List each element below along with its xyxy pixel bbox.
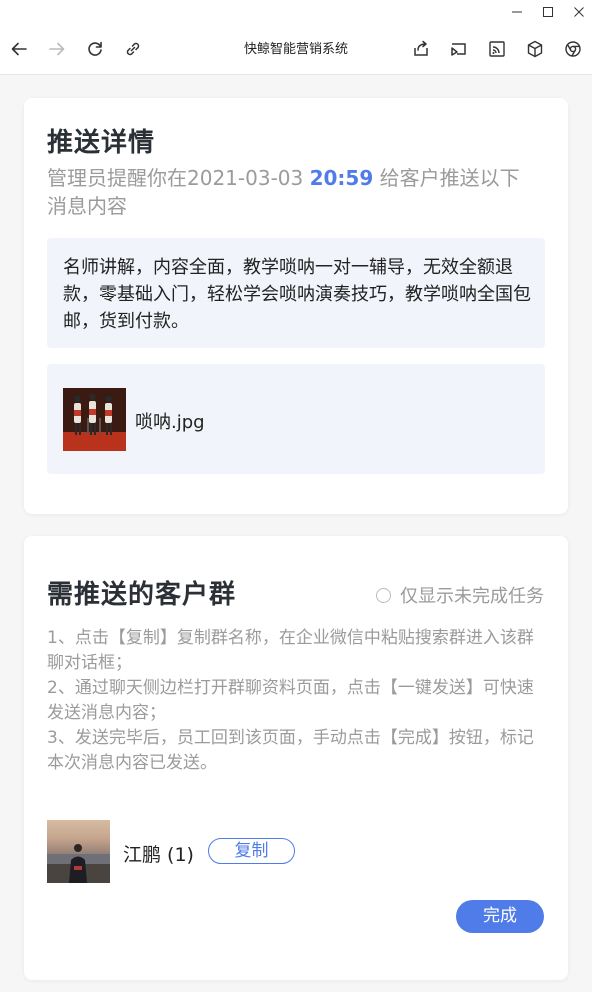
attachment-filename[interactable]: 唢呐.jpg <box>135 408 205 434</box>
chrome-icon[interactable] <box>561 37 585 61</box>
group-list-item: 江鹏 (1) 复制 <box>47 820 545 883</box>
group-avatar <box>47 820 110 883</box>
browser-toolbar: 快鲸智能营销系统 <box>0 24 592 75</box>
filter-label: 仅显示未完成任务 <box>400 586 544 607</box>
cast-icon[interactable] <box>447 37 471 61</box>
filter-radio[interactable] <box>376 587 391 603</box>
message-content: 名师讲解，内容全面，教学唢呐一对一辅导，无效全额退款，零基础入门，轻松学会唢呐演… <box>63 257 531 332</box>
copy-button[interactable]: 复制 <box>208 838 295 864</box>
incomplete-only-filter[interactable]: 仅显示未完成任务 <box>376 582 544 608</box>
cube-icon[interactable] <box>523 37 547 61</box>
done-button[interactable]: 完成 <box>456 900 544 933</box>
instruction-step: 2、通过聊天侧边栏打开群聊资料页面，点击【一键发送】可快速发送消息内容； <box>47 678 534 723</box>
instruction-step: 1、点击【复制】复制群名称，在企业微信中粘贴搜索群进入该群聊对话框； <box>47 628 534 673</box>
window-titlebar <box>0 0 592 24</box>
customer-groups-card: 需推送的客户群 仅显示未完成任务 1、点击【复制】复制群名称，在企业微信中粘贴搜… <box>24 536 568 980</box>
attachment-box: 唢呐.jpg <box>47 364 545 474</box>
attachment-thumbnail[interactable] <box>63 388 126 451</box>
instruction-steps: 1、点击【复制】复制群名称，在企业微信中粘贴搜索群进入该群聊对话框； 2、通过聊… <box>47 626 545 776</box>
reminder-time: 20:59 <box>309 166 374 190</box>
reminder-prefix: 管理员提醒你在2021-03-03 <box>47 166 310 190</box>
push-detail-heading: 推送详情 <box>47 128 156 158</box>
rss-icon[interactable] <box>485 37 509 61</box>
maximize-icon[interactable] <box>536 2 560 22</box>
message-content-box: 名师讲解，内容全面，教学唢呐一对一辅导，无效全额退款，零基础入门，轻松学会唢呐演… <box>47 238 545 348</box>
push-detail-card: 推送详情 管理员提醒你在2021-03-03 20:59 给客户推送以下消息内容… <box>24 98 568 514</box>
close-icon[interactable] <box>567 2 591 22</box>
minimize-icon[interactable] <box>505 2 529 22</box>
share-icon[interactable] <box>409 37 433 61</box>
instruction-step: 3、发送完毕后，员工回到该页面，手动点击【完成】按钮，标记本次消息内容已发送。 <box>47 728 534 773</box>
push-reminder-text: 管理员提醒你在2021-03-03 20:59 给客户推送以下消息内容 <box>47 164 537 220</box>
customer-groups-heading: 需推送的客户群 <box>47 580 237 610</box>
group-name: 江鹏 (1) <box>123 844 194 866</box>
